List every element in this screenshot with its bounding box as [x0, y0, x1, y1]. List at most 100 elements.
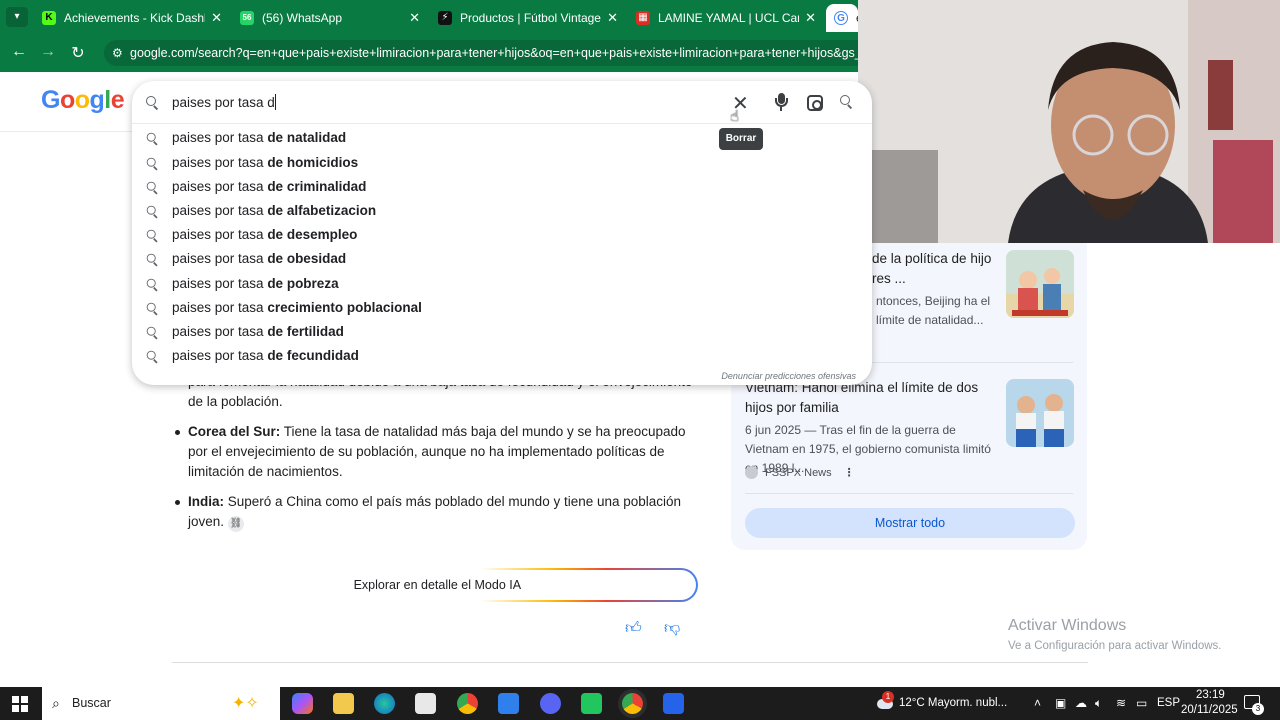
- chevron-up-icon[interactable]: ˄: [1034, 696, 1041, 710]
- camera-tray-icon[interactable]: ▣: [1055, 696, 1066, 710]
- divider: [132, 123, 872, 124]
- site-info-icon[interactable]: ⚙: [112, 40, 123, 66]
- tab-title: Productos | Fútbol Vintage: [460, 11, 601, 25]
- browser-toolbar: ← → ↻ ⚙ google.com/search?q=en+que+pais+…: [0, 34, 858, 72]
- close-icon[interactable]: ✕: [607, 10, 618, 26]
- tab-kick[interactable]: K Achievements - Kick Dashboard ✕: [34, 4, 230, 32]
- suggestion-item[interactable]: paises por tasa de alfabetizacion: [132, 199, 872, 223]
- news-thumbnail: [1006, 250, 1074, 318]
- suggestion-item[interactable]: paises por tasa crecimiento poblacional: [132, 296, 872, 320]
- more-options-icon[interactable]: ⋮: [844, 466, 855, 479]
- clock-time[interactable]: 23:19: [1196, 689, 1225, 701]
- close-icon[interactable]: ✕: [409, 10, 420, 26]
- search-icon: [146, 229, 160, 243]
- report-predictions-link[interactable]: Denunciar predicciones ofensivas: [721, 371, 856, 381]
- suggestion-item[interactable]: paises por tasa de criminalidad: [132, 175, 872, 199]
- suggestion-completion: de criminalidad: [267, 179, 367, 194]
- mic-icon[interactable]: [774, 93, 788, 113]
- ai-overview: para fomentar la natalidad debido a una …: [168, 372, 708, 542]
- calculator-icon[interactable]: [663, 693, 684, 714]
- back-arrow-icon[interactable]: ←: [9, 43, 29, 61]
- windows-start-icon[interactable]: [12, 696, 28, 712]
- address-bar[interactable]: ⚙ google.com/search?q=en+que+pais+existe…: [104, 40, 858, 66]
- tab-strip: ▾ K Achievements - Kick Dashboard ✕ 56 (…: [0, 0, 858, 34]
- camiseta-icon: ▦: [636, 11, 650, 25]
- cloud-tray-icon[interactable]: ☁: [1075, 696, 1087, 710]
- search-icon: [146, 326, 160, 340]
- camera-lens-icon[interactable]: [807, 95, 823, 111]
- news-source: FSSPX News ⋮: [745, 466, 855, 479]
- language-indicator[interactable]: ESP: [1157, 697, 1180, 709]
- reload-icon[interactable]: ↻: [68, 43, 88, 63]
- clear-tooltip: Borrar: [719, 128, 763, 150]
- taskbar: ⌕ Buscar ✦✧ 1 12°C Mayorm. nubl... ˄ ▣ ☁…: [0, 687, 1280, 720]
- link-icon[interactable]: ⛓: [228, 516, 245, 532]
- news-snippet: ntonces, Beijing ha el límite de natalid…: [876, 294, 991, 327]
- divider: [172, 662, 1088, 663]
- suggestion-completion: de pobreza: [267, 276, 339, 291]
- kick-app-icon[interactable]: [581, 693, 602, 714]
- tab-google[interactable]: G e: [826, 4, 858, 32]
- tab-search-button[interactable]: ▾: [6, 7, 28, 27]
- wifi-icon[interactable]: ≋: [1116, 696, 1126, 710]
- copilot-icon[interactable]: [292, 693, 313, 714]
- show-all-button[interactable]: Mostrar todo: [745, 508, 1075, 538]
- item-title: India:: [188, 494, 224, 509]
- item-text: Superó a China como el país más poblado …: [188, 494, 682, 529]
- suggestion-item[interactable]: paises por tasa de fertilidad: [132, 320, 872, 344]
- suggestion-item[interactable]: paises por tasa de obesidad: [132, 247, 872, 271]
- tab-futbol-vintage[interactable]: ⚡ Productos | Fútbol Vintage ✕: [430, 4, 626, 32]
- speaker-icon[interactable]: 🔈︎: [1095, 696, 1102, 711]
- suggestion-prefix: paises por tasa: [172, 251, 268, 266]
- suggestion-item[interactable]: paises por tasa de desempleo: [132, 223, 872, 247]
- weather-icon[interactable]: 1: [873, 691, 894, 713]
- search-input[interactable]: paises por tasa d: [172, 94, 276, 110]
- search-icon: [146, 278, 160, 292]
- discord-icon[interactable]: [540, 693, 561, 714]
- google-logo[interactable]: Google: [41, 86, 125, 115]
- close-icon[interactable]: ✕: [211, 10, 222, 26]
- ai-overview-item: India: Superó a China como el país más p…: [168, 492, 708, 532]
- tab-title: Achievements - Kick Dashboard: [64, 11, 205, 25]
- vpn-icon[interactable]: [498, 693, 519, 714]
- suggestion-item[interactable]: paises por tasa de homicidios: [132, 151, 872, 175]
- store-icon[interactable]: [415, 693, 436, 714]
- news-title[interactable]: de la política de hijo res ...: [872, 249, 1004, 289]
- edge-icon[interactable]: [374, 693, 395, 714]
- news-thumbnail: [1006, 379, 1074, 447]
- search-icon: [146, 157, 160, 171]
- forward-arrow-icon[interactable]: →: [38, 43, 58, 61]
- suggestion-prefix: paises por tasa: [172, 227, 268, 242]
- url-text: google.com/search?q=en+que+pais+existe+l…: [130, 46, 858, 60]
- suggestion-completion: de fertilidad: [267, 324, 344, 339]
- taskbar-search-input[interactable]: ⌕ Buscar ✦✧: [42, 687, 280, 720]
- notifications-badge: 3: [1252, 703, 1264, 715]
- chrome-icon[interactable]: [457, 693, 478, 714]
- suggestion-item[interactable]: paises por tasa de fecundidad: [132, 344, 872, 368]
- file-explorer-icon[interactable]: [333, 693, 354, 714]
- futbol-vintage-icon: ⚡: [438, 11, 452, 25]
- suggestion-completion: de natalidad: [267, 130, 347, 145]
- suggestion-prefix: paises por tasa: [172, 300, 268, 315]
- explore-ai-mode-button[interactable]: Explorar en detalle el Modo IA: [335, 568, 698, 602]
- weather-badge: 1: [882, 691, 894, 703]
- webcam-overlay: [858, 0, 1280, 243]
- thumbs-up-icon[interactable]: 👍︎: [625, 619, 642, 638]
- close-icon[interactable]: ✕: [805, 10, 816, 26]
- tab-lamine-yamal[interactable]: ▦ LAMINE YAMAL | UCL Camiseta ✕: [628, 4, 824, 32]
- search-icon: [146, 96, 160, 110]
- item-title: Corea del Sur:: [188, 424, 281, 439]
- search-icon: [146, 302, 160, 316]
- whatsapp-icon: 56: [240, 11, 254, 25]
- search-submit-icon[interactable]: [840, 95, 854, 109]
- kick-icon: K: [42, 11, 56, 25]
- tab-whatsapp[interactable]: 56 (56) WhatsApp ✕: [232, 4, 428, 32]
- chrome-active-icon[interactable]: [622, 693, 643, 714]
- suggestion-prefix: paises por tasa: [172, 155, 268, 170]
- thumbs-down-icon[interactable]: 👎︎: [664, 619, 680, 638]
- suggestion-item[interactable]: paises por tasa de pobreza: [132, 272, 872, 296]
- battery-icon[interactable]: ▭: [1136, 696, 1147, 710]
- tab-title: LAMINE YAMAL | UCL Camiseta: [658, 11, 799, 25]
- weather-text[interactable]: 12°C Mayorm. nubl...: [899, 697, 1007, 709]
- clock-date[interactable]: 20/11/2025: [1181, 704, 1238, 716]
